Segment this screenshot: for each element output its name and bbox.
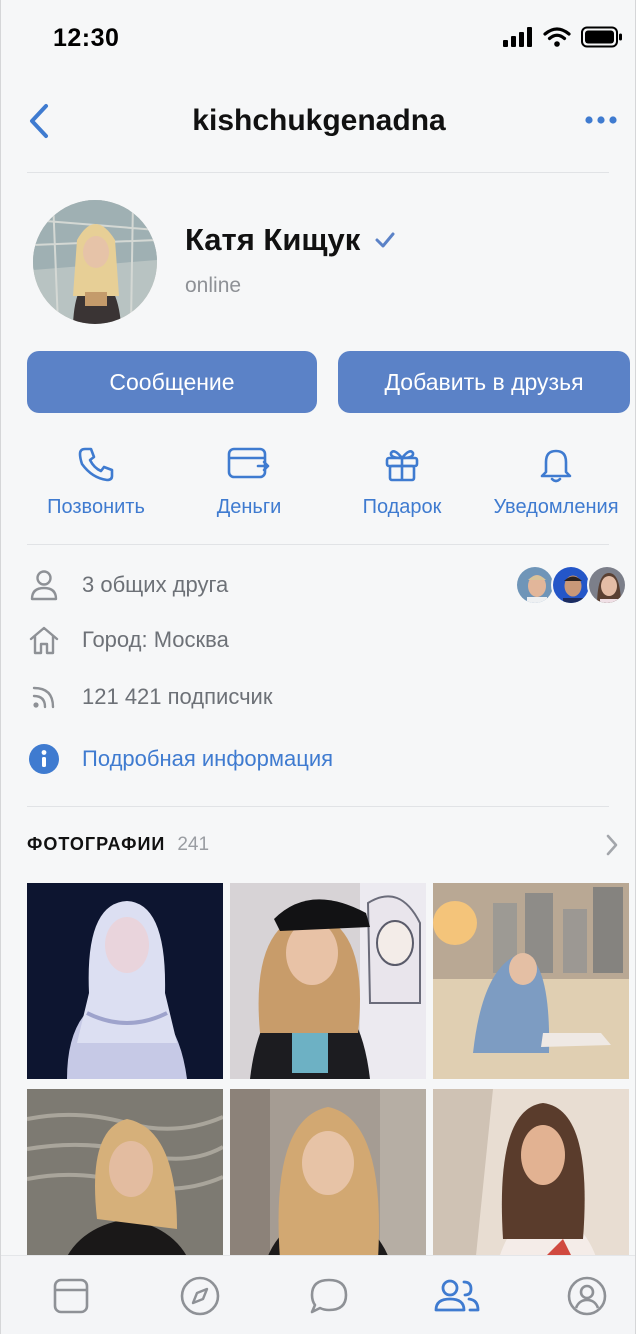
phone-icon	[78, 447, 114, 482]
gift-label: Подарок	[362, 496, 442, 518]
more-dots-icon	[585, 116, 617, 124]
friends-icon	[434, 1279, 480, 1312]
followers-row[interactable]: 121 421 подписчик	[27, 677, 272, 717]
online-status: online	[185, 274, 242, 297]
messages-icon	[310, 1278, 348, 1314]
profile-icon	[567, 1276, 607, 1316]
photo-thumbnail[interactable]	[27, 883, 223, 1079]
photos-count: 241	[177, 834, 210, 855]
message-button[interactable]: Сообщение	[27, 351, 317, 413]
avatar	[587, 565, 627, 605]
photo-thumbnail[interactable]	[230, 883, 426, 1079]
call-action[interactable]: Позвонить	[16, 440, 176, 519]
photos-more-button[interactable]	[603, 832, 621, 863]
money-label: Деньги	[216, 496, 282, 518]
tab-bar	[1, 1255, 635, 1334]
profile-name-row: Катя Кищук	[185, 222, 396, 258]
tab-feed[interactable]	[47, 1272, 95, 1320]
money-action[interactable]: Деньги	[169, 440, 329, 519]
city-row: Город: Москва	[27, 620, 229, 660]
photo-thumbnail[interactable]	[433, 883, 629, 1079]
tab-messages[interactable]	[305, 1272, 353, 1320]
details-link-row[interactable]: Подробная информация	[27, 739, 333, 779]
wifi-icon	[543, 27, 571, 47]
rss-icon	[32, 686, 55, 709]
more-button[interactable]	[581, 102, 621, 138]
divider	[27, 544, 609, 545]
status-icons	[503, 26, 623, 48]
mutual-friends-row[interactable]: 3 общих друга	[27, 565, 228, 605]
user-icon	[30, 570, 58, 601]
tab-profile[interactable]	[563, 1272, 611, 1320]
avatar	[551, 565, 591, 605]
tab-friends[interactable]	[433, 1272, 481, 1320]
details-link[interactable]: Подробная информация	[82, 746, 333, 772]
info-icon	[29, 744, 59, 774]
mutual-friends-text: 3 общих друга	[82, 572, 229, 597]
city-text: Город: Москва	[82, 627, 229, 652]
mutual-friends-avatars[interactable]	[515, 565, 627, 605]
page-title: kishchukgenadna	[192, 104, 446, 137]
call-label: Позвонить	[47, 496, 145, 518]
divider	[27, 172, 609, 173]
divider	[27, 806, 609, 807]
signal-icon	[503, 27, 532, 47]
chevron-right-icon	[606, 834, 618, 856]
bell-icon	[540, 449, 572, 483]
feed-icon	[53, 1278, 89, 1314]
money-card-icon	[227, 447, 270, 479]
home-icon	[29, 626, 59, 655]
nav-bar: kishchukgenadna	[1, 88, 635, 154]
gift-icon	[385, 450, 419, 482]
avatar	[515, 565, 555, 605]
notifications-label: Уведомления	[493, 496, 619, 518]
gift-action[interactable]: Подарок	[322, 440, 482, 519]
avatar[interactable]	[33, 200, 157, 324]
photos-header[interactable]: ФОТОГРАФИИ 241	[27, 834, 209, 856]
notifications-action[interactable]: Уведомления	[476, 440, 635, 519]
tab-explore[interactable]	[176, 1272, 224, 1320]
battery-icon	[581, 26, 622, 48]
explore-compass-icon	[180, 1276, 220, 1316]
profile-screen: 12:30 kishchukgenadna Катя Кищук online …	[0, 0, 636, 1334]
followers-text: 121 421 подписчик	[82, 684, 273, 709]
profile-name: Катя Кищук	[185, 222, 361, 257]
checkmark-icon	[375, 232, 395, 248]
status-time: 12:30	[53, 24, 120, 52]
status-bar: 12:30	[1, 0, 635, 80]
photos-title: ФОТОГРАФИИ	[27, 834, 166, 854]
add-friend-button[interactable]: Добавить в друзья	[338, 351, 630, 413]
